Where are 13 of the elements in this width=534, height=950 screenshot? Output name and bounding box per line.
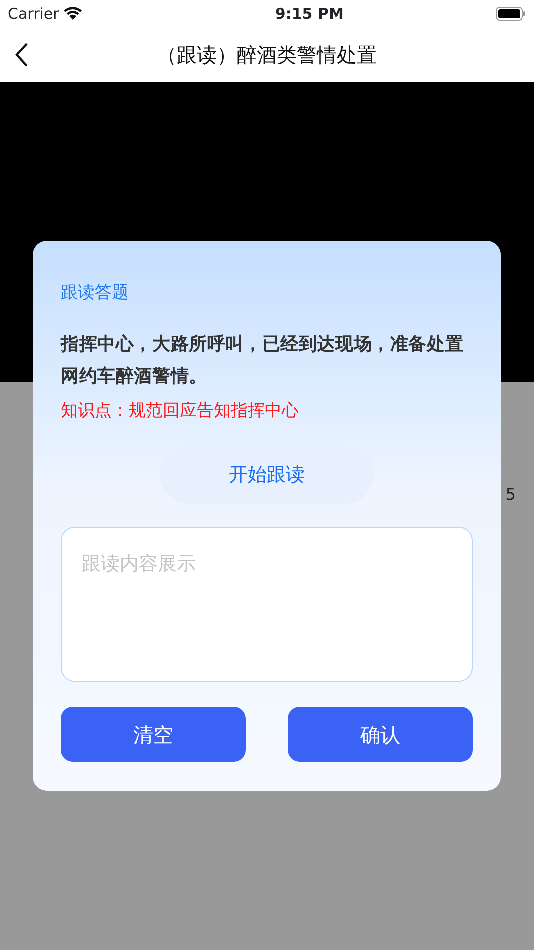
confirm-button[interactable]: 确认 <box>288 707 473 762</box>
page-title: （跟读）醉酒类警情处置 <box>157 42 377 69</box>
page-text: 5 <box>506 484 516 506</box>
question-text: 指挥中心，大路所呼叫，已经到达现场，准备处置网约车醉酒警情。 <box>61 332 465 388</box>
wifi-icon <box>63 7 84 21</box>
clear-button[interactable]: 清空 <box>61 707 246 762</box>
back-button[interactable] <box>14 41 30 69</box>
battery-icon <box>496 7 526 21</box>
knowledge-point: 知识点：规范回应告知指挥中心 <box>61 400 300 422</box>
dialog-title: 跟读答题 <box>61 282 130 305</box>
answer-field[interactable]: 跟读内容展示 <box>61 527 473 682</box>
time-label: 9:15 PM <box>275 4 344 25</box>
carrier-label: Carrier <box>8 4 60 25</box>
